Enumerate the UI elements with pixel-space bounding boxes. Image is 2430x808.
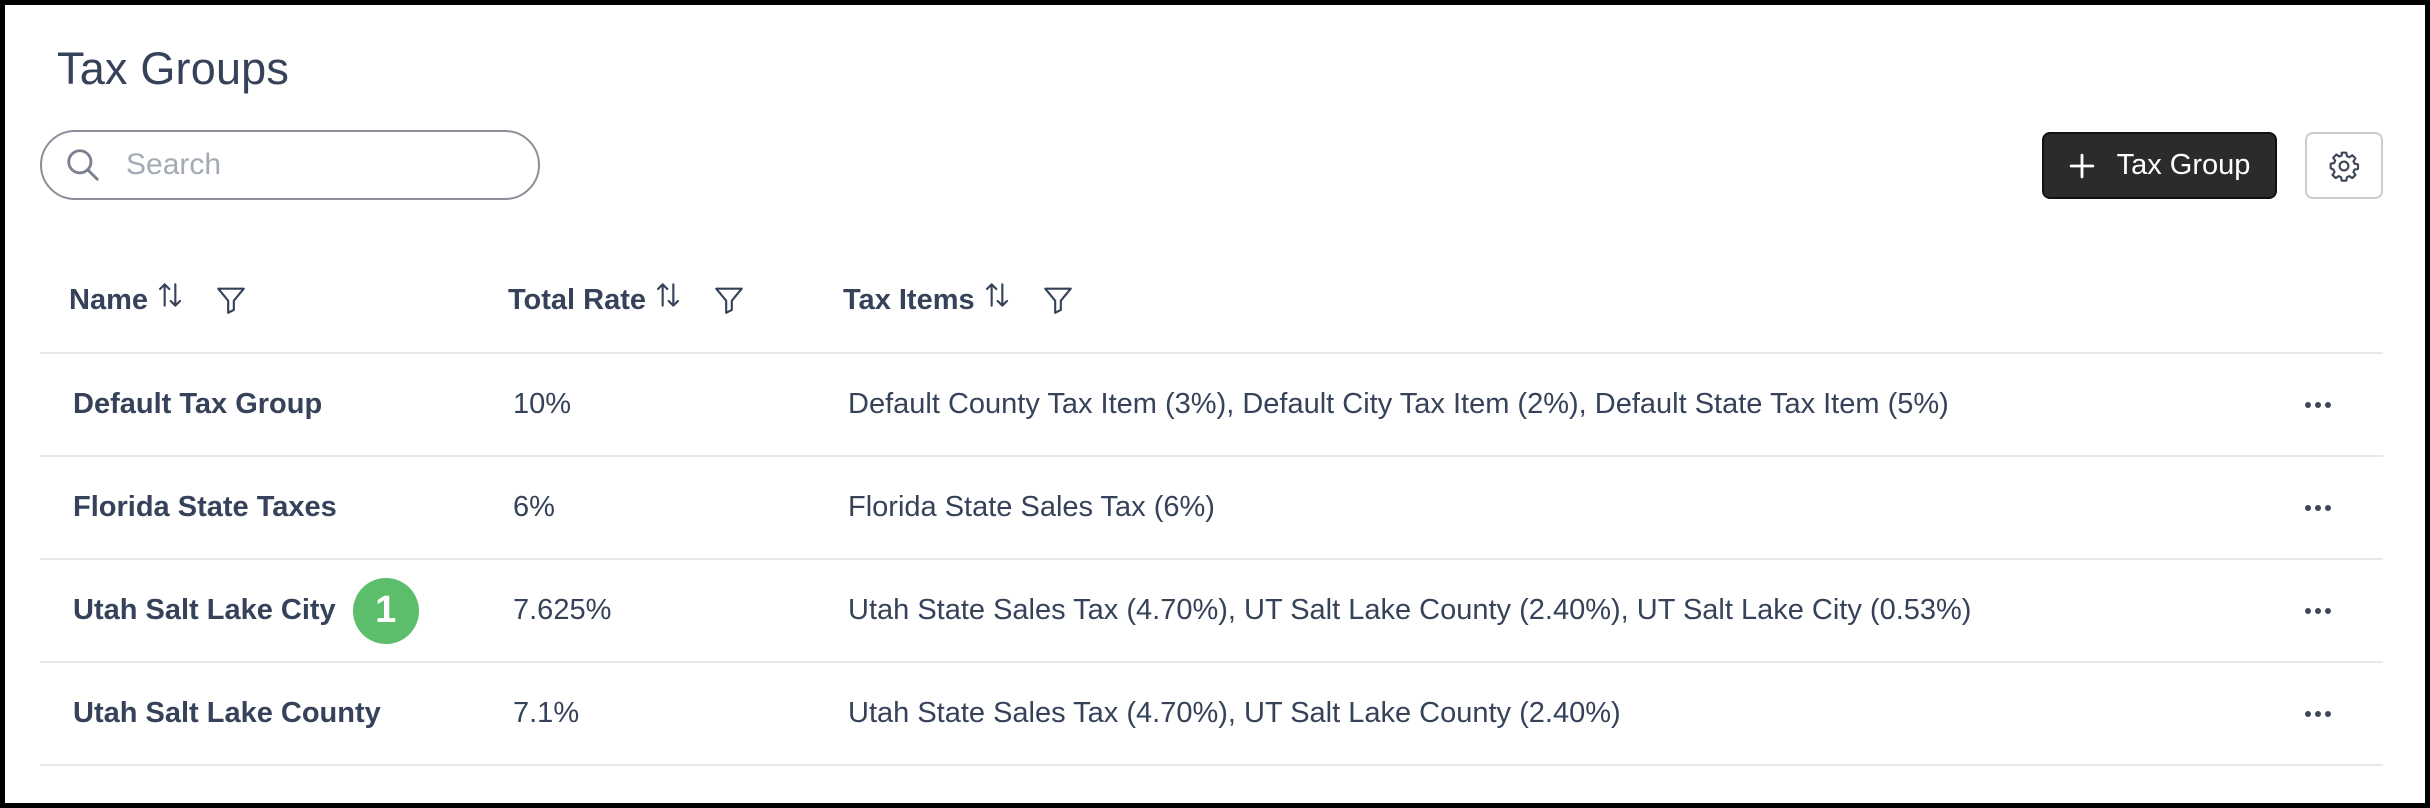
filter-icon[interactable] xyxy=(712,283,746,317)
table-row[interactable]: Default Tax Group 10% Default County Tax… xyxy=(40,354,2383,457)
more-actions-icon[interactable] xyxy=(2298,495,2338,521)
row-name: Utah Salt Lake City xyxy=(73,594,336,626)
row-total-rate: 7.1% xyxy=(513,697,580,729)
row-total-rate: 10% xyxy=(513,388,572,420)
tax-groups-table: Name Total Rate Tax Items Default Tax Gr… xyxy=(40,253,2383,766)
column-label: Tax Items xyxy=(843,283,975,316)
column-header-total-rate[interactable]: Total Rate xyxy=(508,283,746,317)
more-actions-icon[interactable] xyxy=(2298,392,2338,418)
column-label: Name xyxy=(69,283,148,316)
table-row[interactable]: Utah Salt Lake County 7.1% Utah State Sa… xyxy=(40,663,2383,766)
step-badge: 1 xyxy=(352,577,419,644)
row-tax-items: Utah State Sales Tax (4.70%), UT Salt La… xyxy=(848,697,1621,729)
search-input[interactable] xyxy=(124,147,508,183)
row-name[interactable]: Default Tax Group xyxy=(73,354,322,455)
filter-icon[interactable] xyxy=(214,283,248,317)
add-tax-group-button[interactable]: Tax Group xyxy=(2042,132,2277,199)
row-tax-items: Florida State Sales Tax (6%) xyxy=(848,491,1215,523)
row-name-cell[interactable]: Utah Salt Lake City 1 xyxy=(73,560,419,661)
row-tax-items: Utah State Sales Tax (4.70%), UT Salt La… xyxy=(848,594,1972,626)
gear-icon xyxy=(2329,151,2360,182)
sort-icon[interactable] xyxy=(981,279,1013,311)
filter-icon[interactable] xyxy=(1041,283,1075,317)
row-total-rate: 7.625% xyxy=(513,594,612,626)
page-title: Tax Groups xyxy=(57,43,290,94)
search-icon xyxy=(67,149,99,181)
more-actions-icon[interactable] xyxy=(2298,598,2338,624)
add-tax-group-label: Tax Group xyxy=(2116,149,2251,181)
column-header-tax-items[interactable]: Tax Items xyxy=(843,283,1075,317)
sort-icon[interactable] xyxy=(154,279,186,311)
column-header-name[interactable]: Name xyxy=(69,283,248,317)
row-name[interactable]: Florida State Taxes xyxy=(73,457,337,558)
column-label: Total Rate xyxy=(508,283,647,316)
settings-button[interactable] xyxy=(2305,132,2383,199)
row-total-rate: 6% xyxy=(513,491,555,523)
tax-groups-page: Tax Groups Tax Group Name xyxy=(5,5,2425,803)
row-tax-items: Default County Tax Item (3%), Default Ci… xyxy=(848,388,1949,420)
search-box[interactable] xyxy=(40,130,540,200)
sort-icon[interactable] xyxy=(652,279,684,311)
table-row[interactable]: Florida State Taxes 6% Florida State Sal… xyxy=(40,457,2383,560)
more-actions-icon[interactable] xyxy=(2298,701,2338,727)
plus-icon xyxy=(2069,153,2094,178)
table-row[interactable]: Utah Salt Lake City 1 7.625% Utah State … xyxy=(40,560,2383,663)
row-name[interactable]: Utah Salt Lake County xyxy=(73,663,381,764)
table-header: Name Total Rate Tax Items xyxy=(40,253,2383,354)
